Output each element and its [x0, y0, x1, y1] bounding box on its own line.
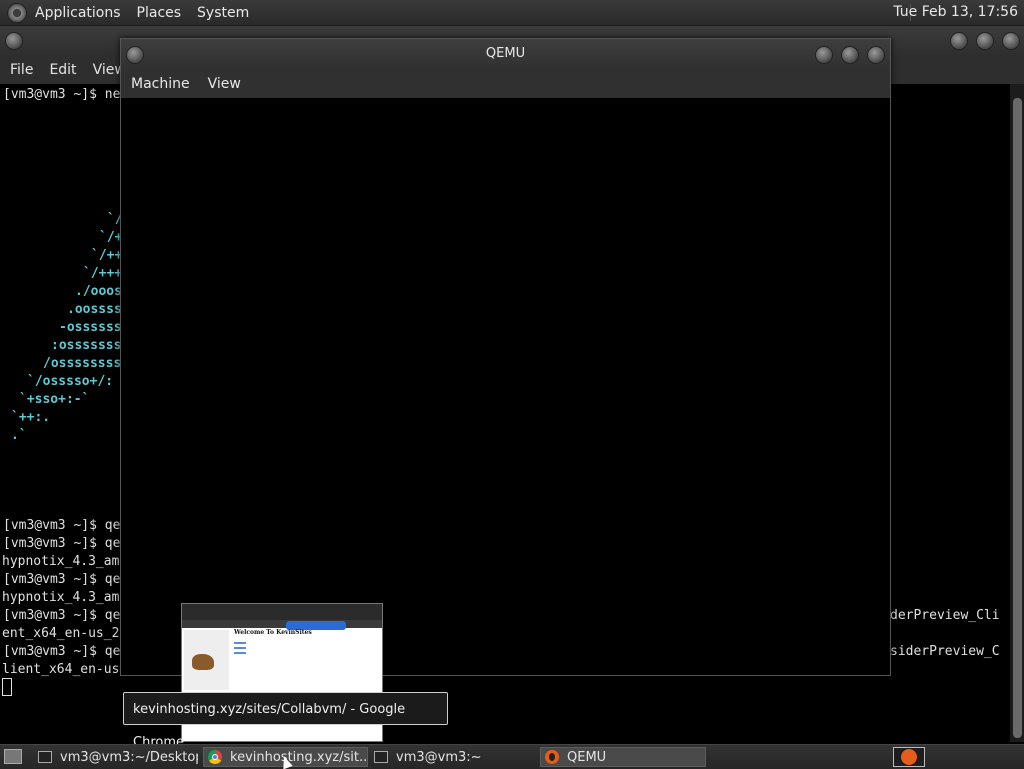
close-icon[interactable] [1002, 32, 1020, 50]
ascii-logo-line: `+sso+:-` [19, 392, 90, 407]
task-label: QEMU [567, 749, 607, 765]
terminal-line: [vm3@vm3 ~]$ qe [3, 536, 121, 551]
workspace-switcher[interactable] [893, 747, 925, 767]
bottom-taskbar: vm3@vm3:~/Desktop kevinhosting.xyz/sit..… [0, 744, 1024, 769]
distro-logo-icon[interactable] [7, 2, 27, 23]
qemu-titlebar[interactable]: QEMU [121, 39, 890, 70]
chrome-icon [208, 750, 222, 764]
terminal-line: hypnotix_4.3_am [2, 554, 120, 569]
maximize-icon[interactable] [841, 46, 859, 64]
preview-links [234, 642, 246, 656]
system-menu[interactable]: System [197, 5, 249, 21]
ascii-logo-line: `++:. [11, 410, 51, 425]
show-desktop-icon[interactable] [4, 749, 22, 764]
terminal-line: [vm3@vm3 ~]$ ne [3, 87, 121, 102]
ascii-logo-line: /ossssssss [43, 356, 122, 371]
qemu-menubar: Machine View [121, 70, 890, 98]
vm-display[interactable] [121, 98, 890, 675]
ascii-logo-line: -osssssss [59, 320, 130, 335]
qemu-window[interactable]: QEMU Machine View [120, 38, 891, 676]
task-terminal-desktop[interactable]: vm3@vm3:~/Desktop [38, 747, 198, 767]
preview-tabbar [182, 604, 382, 620]
terminal-line-fragment: siderPreview_C [890, 644, 1000, 659]
top-panel: Applications Places System Tue Feb 13, 1… [0, 0, 1024, 26]
terminal-line: ent_x64_en-us_2 [2, 626, 120, 641]
places-menu[interactable]: Places [137, 5, 182, 21]
ascii-logo-line: `/osssso+/: [27, 374, 114, 389]
task-terminal-home[interactable]: vm3@vm3:~ [374, 747, 534, 767]
task-label: kevinhosting.xyz/sit... [230, 749, 368, 765]
ascii-logo-line: `/+++ [83, 266, 123, 281]
view-menu[interactable]: View [208, 76, 241, 92]
terminal-line: hypnotix_4.3_am [2, 590, 120, 605]
qemu-icon [545, 750, 559, 764]
minimize-icon[interactable] [950, 32, 968, 50]
task-label: vm3@vm3:~ [396, 749, 482, 765]
terminal-line: lient_x64_en-us [2, 662, 120, 677]
terminal-icon [38, 751, 52, 763]
clock[interactable]: Tue Feb 13, 17:56 [893, 4, 1018, 20]
ascii-logo-line: `/+ [99, 230, 123, 245]
qemu-icon [901, 749, 917, 765]
ascii-logo-line: ./ooos [75, 284, 122, 299]
horse-image-icon [192, 654, 214, 670]
terminal-line-fragment: derPreview_Cli [890, 608, 1000, 623]
terminal-cursor [2, 678, 12, 696]
minimize-icon[interactable] [815, 46, 833, 64]
ascii-logo-line: :ossssssss [51, 338, 130, 353]
ascii-logo-line: .` [11, 428, 27, 443]
maximize-icon[interactable] [976, 32, 994, 50]
terminal-line: [vm3@vm3 ~]$ qe [3, 518, 121, 533]
preview-heading: Welcome To KevinSites [234, 629, 312, 636]
machine-menu[interactable]: Machine [131, 76, 190, 92]
scrollbar-thumb[interactable] [1013, 98, 1022, 738]
window-title: QEMU [485, 46, 526, 61]
edit-menu[interactable]: Edit [49, 62, 76, 78]
applications-menu[interactable]: Applications [35, 5, 121, 21]
task-label: vm3@vm3:~/Desktop [60, 749, 198, 765]
close-icon[interactable] [867, 46, 885, 64]
terminal-icon [374, 751, 388, 763]
terminal-line: [vm3@vm3 ~]$ qe [3, 644, 121, 659]
task-qemu[interactable]: QEMU [540, 747, 706, 767]
ascii-logo-line: `/++ [91, 248, 123, 263]
file-menu[interactable]: File [10, 62, 33, 78]
terminal-line: [vm3@vm3 ~]$ qe [3, 572, 121, 587]
terminal-line: [vm3@vm3 ~]$ qe [3, 608, 121, 623]
terminal-scrollbar[interactable] [1010, 84, 1024, 742]
window-menu-icon[interactable] [5, 32, 23, 50]
taskbar-tooltip: kevinhosting.xyz/sites/Collabvm/ - Googl… [123, 692, 448, 750]
preview-navbar [182, 620, 382, 628]
